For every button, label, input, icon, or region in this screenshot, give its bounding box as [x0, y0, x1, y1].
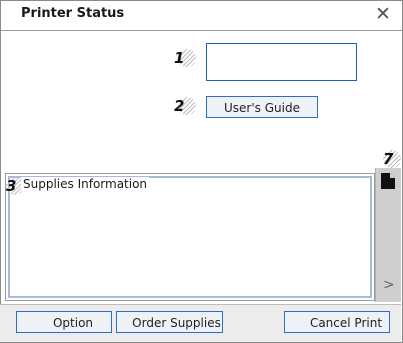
callout-1: 1	[174, 49, 185, 67]
window-title: Printer Status	[21, 6, 125, 21]
cancel-print-button-label: Cancel Print	[309, 316, 383, 330]
users-guide-button[interactable]: User's Guide	[206, 96, 318, 118]
order-supplies-button[interactable]: Order Supplies	[116, 311, 223, 333]
option-button-label: Option	[52, 316, 94, 330]
callout-2: 2	[174, 97, 185, 115]
order-supplies-button-label: Order Supplies	[132, 316, 221, 330]
status-display-box	[206, 43, 357, 81]
expand-chevron-icon[interactable]: >	[383, 277, 395, 293]
title-bar: Printer Status ✕	[1, 1, 402, 31]
option-button[interactable]: Option	[16, 311, 112, 333]
supplies-information-panel	[5, 173, 375, 301]
callout-7: 7	[383, 150, 394, 168]
close-icon[interactable]: ✕	[372, 3, 394, 25]
supplies-information-label: Supplies Information	[21, 177, 150, 191]
supplies-information-area	[8, 176, 372, 298]
cancel-print-button[interactable]: Cancel Print	[284, 311, 390, 333]
document-icon[interactable]	[381, 173, 395, 193]
callout-3: 3	[6, 177, 17, 195]
